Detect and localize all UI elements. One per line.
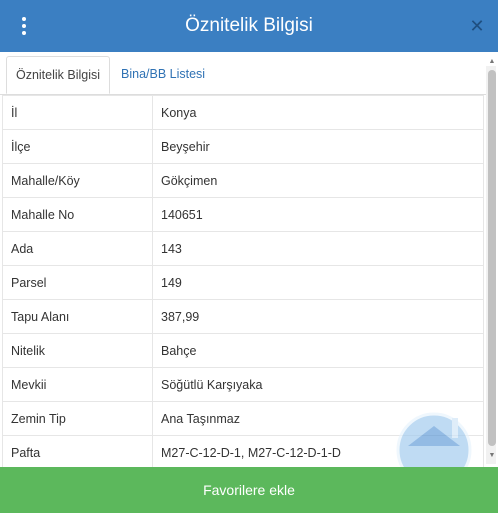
attribute-key: Parsel — [2, 265, 153, 300]
attribute-value: Bahçe — [152, 333, 484, 368]
attribute-value: Gökçimen — [152, 163, 484, 198]
attribute-value: 387,99 — [152, 299, 484, 334]
attribute-value: Konya — [152, 95, 484, 130]
tab-bina-bb-listesi[interactable]: Bina/BB Listesi — [113, 56, 213, 93]
attribute-key: Ada — [2, 231, 153, 266]
attribute-key: İl — [2, 95, 153, 130]
scrollbar-thumb[interactable] — [488, 70, 496, 446]
dialog-title: Öznitelik Bilgisi — [185, 15, 313, 36]
attribute-value: 140651 — [152, 197, 484, 232]
close-icon[interactable]: ✕ — [468, 14, 486, 38]
attribute-value: 149 — [152, 265, 484, 300]
table-row: İl Konya — [2, 95, 484, 130]
attribute-value: 143 — [152, 231, 484, 266]
table-row: Mahalle/Köy Gökçimen — [2, 163, 484, 198]
scroll-down-arrow-icon[interactable]: ▼ — [487, 452, 497, 460]
attribute-key: Mahalle/Köy — [2, 163, 153, 198]
attribute-value: Söğütlü Karşıyaka — [152, 367, 484, 402]
attribute-key: Mevkii — [2, 367, 153, 402]
table-row: Mevkii Söğütlü Karşıyaka — [2, 367, 484, 402]
attribute-key: Mahalle No — [2, 197, 153, 232]
table-row: İlçe Beyşehir — [2, 129, 484, 164]
attribute-key: Nitelik — [2, 333, 153, 368]
table-row: Parsel 149 — [2, 265, 484, 300]
attribute-key: İlçe — [2, 129, 153, 164]
table-row: Ada 143 — [2, 231, 484, 266]
add-favorites-button[interactable]: Favorilere ekle — [0, 467, 498, 513]
attribute-key: Pafta — [2, 435, 153, 467]
scroll-up-arrow-icon[interactable]: ▲ — [487, 58, 497, 66]
tab-bar: Öznitelik Bilgisi Bina/BB Listesi — [0, 52, 486, 95]
attribute-key: Tapu Alanı — [2, 299, 153, 334]
attribute-value: Beyşehir — [152, 129, 484, 164]
table-row: Tapu Alanı 387,99 — [2, 299, 484, 334]
tab-oznitelik-bilgisi[interactable]: Öznitelik Bilgisi — [6, 56, 110, 94]
table-row: Nitelik Bahçe — [2, 333, 484, 368]
attribute-key: Zemin Tip — [2, 401, 153, 436]
table-row: Mahalle No 140651 — [2, 197, 484, 232]
dialog-header: Öznitelik Bilgisi ✕ — [0, 0, 498, 52]
